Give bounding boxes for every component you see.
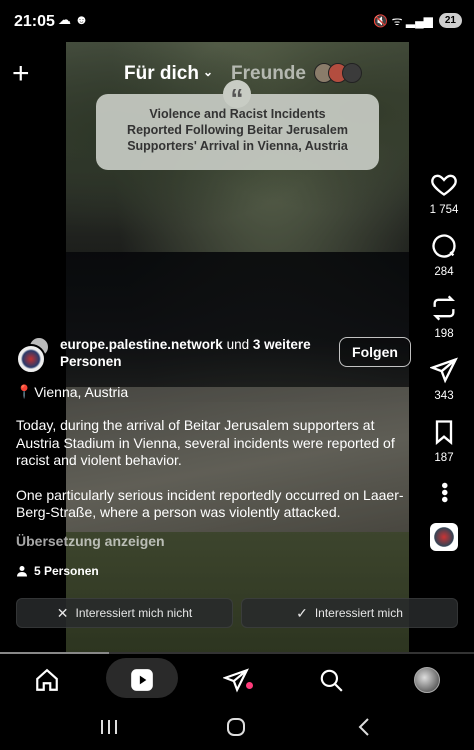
save-count: 187 xyxy=(434,452,454,464)
signal-icons: 🔇 ᯤ ▂▄▆ xyxy=(373,14,433,28)
search-icon xyxy=(320,669,343,692)
like-button[interactable]: 1 754 xyxy=(429,170,459,216)
profile-avatar xyxy=(414,667,440,693)
battery-icon: 21 xyxy=(438,13,462,28)
caption-paragraph: Today, during the arrival of Beitar Jeru… xyxy=(16,417,395,468)
status-bar: 21:05 ☁ ☻ 🔇 ᯤ ▂▄▆ 21 xyxy=(0,0,474,42)
translate-link[interactable]: Übersetzung anzeigen xyxy=(16,533,165,549)
chevron-down-icon: ⌄ xyxy=(202,65,214,79)
save-button[interactable]: 187 xyxy=(430,418,458,464)
bottom-nav xyxy=(0,654,474,706)
repost-icon xyxy=(433,295,455,321)
nav-reels[interactable] xyxy=(118,664,166,696)
comment-icon xyxy=(432,234,456,258)
home-button-icon[interactable] xyxy=(225,716,247,738)
feed-tabs: Für dich ⌄ Freunde xyxy=(124,63,306,85)
not-interested-button[interactable]: ✕ Interessiert mich nicht xyxy=(16,598,233,628)
location-pin-icon: 📍 xyxy=(16,384,33,399)
people-label: 5 Personen xyxy=(34,564,99,578)
nav-profile[interactable] xyxy=(403,664,451,696)
share-count: 343 xyxy=(434,390,454,402)
reels-icon xyxy=(131,669,153,691)
more-options-icon[interactable]: ••• xyxy=(433,482,455,503)
recents-icon[interactable] xyxy=(98,716,120,738)
send-icon xyxy=(223,668,249,693)
friend-avatars[interactable] xyxy=(314,63,362,83)
quote-line: Reported Following Beitar Jerusalem xyxy=(127,123,348,137)
caption-paragraph: One particularly serious incident report… xyxy=(16,486,404,521)
status-right: 🔇 ᯤ ▂▄▆ 21 xyxy=(373,12,462,29)
not-interested-label: Interessiert mich nicht xyxy=(75,606,193,620)
nav-home[interactable] xyxy=(23,664,71,696)
nav-messages[interactable] xyxy=(212,664,260,696)
nav-search[interactable] xyxy=(307,664,355,696)
coauthor-count[interactable]: 3 weitere xyxy=(253,337,311,352)
feedback-row: ✕ Interessiert mich nicht ✓ Interessiert… xyxy=(16,598,458,628)
status-time: 21:05 xyxy=(14,13,55,30)
comment-count: 284 xyxy=(434,266,454,278)
quote-icon: “ xyxy=(223,80,251,113)
heart-icon xyxy=(431,174,457,196)
location-label: Vienna, Austria xyxy=(34,384,129,400)
like-count: 1 754 xyxy=(429,204,459,216)
interested-label: Interessiert mich xyxy=(314,606,403,620)
share-button[interactable]: 343 xyxy=(430,356,458,402)
system-nav xyxy=(0,706,474,750)
send-icon xyxy=(430,357,458,384)
home-icon xyxy=(36,668,58,691)
bookmark-icon xyxy=(435,420,453,445)
quote-line: Supporters' Arrival in Vienna, Austria xyxy=(127,139,348,153)
follow-button[interactable]: Folgen xyxy=(339,337,411,367)
tagged-people[interactable]: 5 Personen xyxy=(16,564,99,578)
notification-icons: ☁ ☻ xyxy=(58,12,89,27)
tab-for-you[interactable]: Für dich ⌄ xyxy=(124,63,213,85)
comment-button[interactable]: 284 xyxy=(430,232,458,278)
repost-button[interactable]: 198 xyxy=(430,294,458,340)
author-username[interactable]: europe.palestine.network xyxy=(60,337,223,352)
author-names[interactable]: europe.palestine.network und 3 weitere P… xyxy=(60,336,330,370)
plus-icon[interactable]: + xyxy=(12,59,30,89)
quote-card: “ Violence and Racist Incidents Reported… xyxy=(96,80,379,170)
back-icon[interactable] xyxy=(354,716,376,738)
close-icon: ✕ xyxy=(56,604,69,621)
coauthor-connector: und xyxy=(226,337,250,352)
coauthor-suffix[interactable]: Personen xyxy=(60,354,122,369)
audio-icon xyxy=(432,525,456,550)
notification-dot xyxy=(246,682,253,689)
action-rail: 1 754 284 198 343 187 ••• xyxy=(424,170,464,552)
interested-button[interactable]: ✓ Interessiert mich xyxy=(241,598,458,628)
person-icon xyxy=(17,566,27,577)
location-tag[interactable]: 📍 Vienna, Austria xyxy=(16,384,128,400)
repost-count: 198 xyxy=(434,328,454,340)
post-caption[interactable]: Today, during the arrival of Beitar Jeru… xyxy=(16,417,416,522)
avatar xyxy=(342,63,362,83)
audio-thumbnail[interactable] xyxy=(430,523,458,552)
post-author: europe.palestine.network und 3 weitere P… xyxy=(16,336,411,376)
check-icon: ✓ xyxy=(296,604,308,621)
avatar[interactable] xyxy=(16,344,46,374)
